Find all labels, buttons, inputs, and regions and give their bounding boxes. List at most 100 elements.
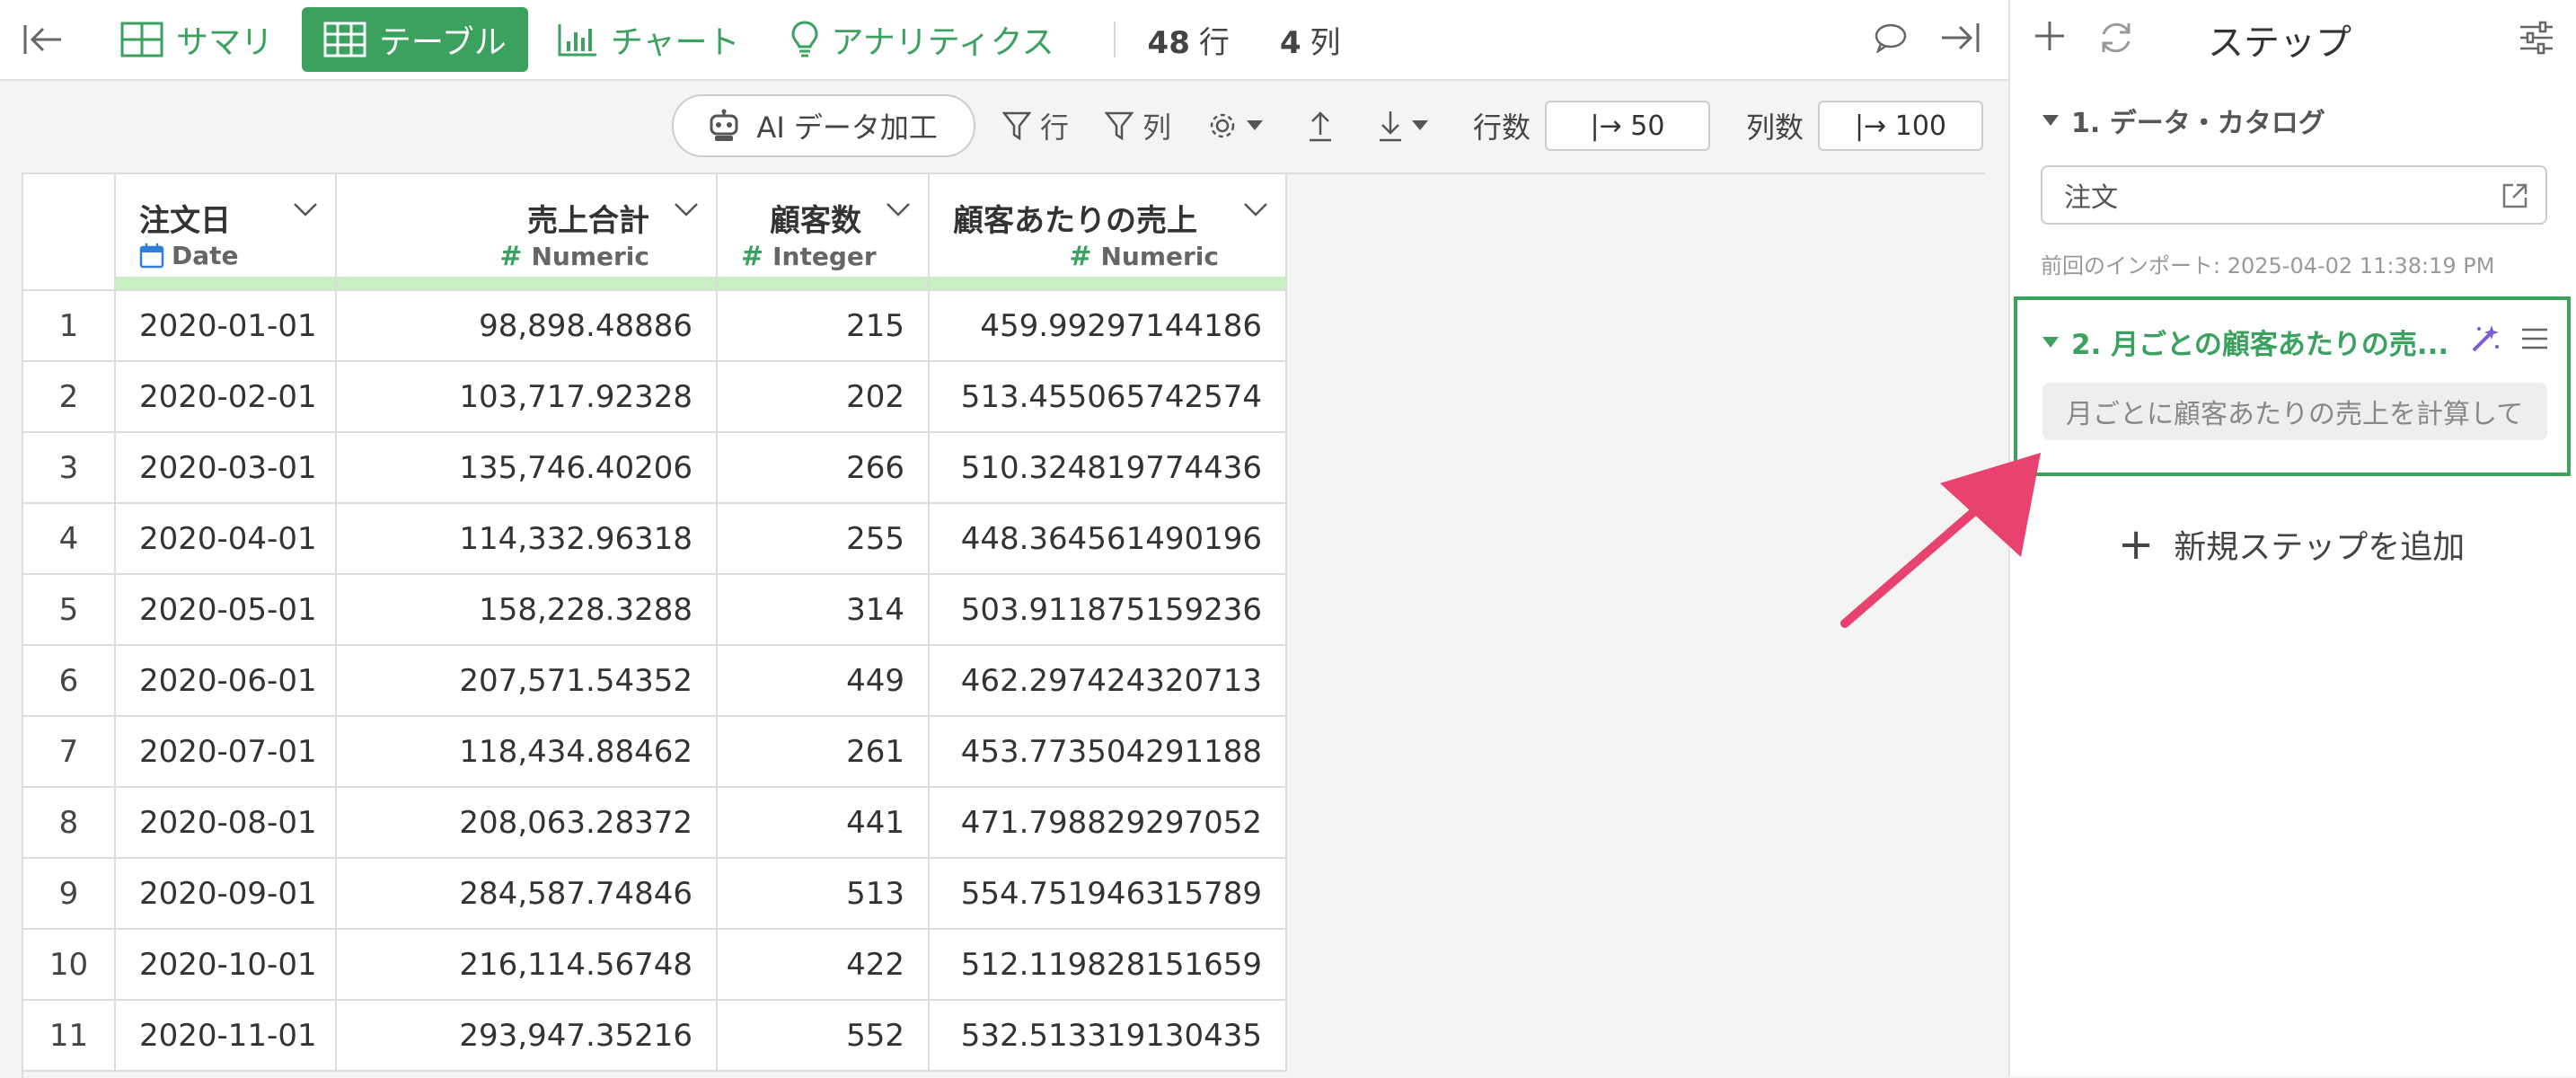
step-2-header[interactable]: 2. 月ごとの顧客あたりの売... <box>2042 322 2448 362</box>
filter-columns-button[interactable]: 列 <box>1104 105 1171 146</box>
customer-count-cell[interactable]: 441 <box>717 787 930 859</box>
chevron-down-icon[interactable] <box>885 201 912 217</box>
sales-per-customer-cell[interactable]: 459.99297144186 <box>929 290 1287 362</box>
total-sales-cell[interactable]: 216,114.56748 <box>336 929 718 1001</box>
customer-count-cell[interactable]: 552 <box>717 1000 930 1072</box>
magic-wand-icon[interactable] <box>2470 323 2501 358</box>
column-highlight <box>718 277 928 289</box>
step-1-header[interactable]: 1. データ・カタログ <box>2042 101 2325 140</box>
customer-count-cell[interactable]: 202 <box>717 361 930 433</box>
order-date-cell[interactable]: 2020-02-01 <box>115 361 337 433</box>
chevron-down-icon[interactable] <box>673 201 700 217</box>
annotation-arrow <box>1840 453 2041 628</box>
sales-per-customer-cell[interactable]: 532.513319130435 <box>929 1000 1287 1072</box>
row-count: 48 行 <box>1147 24 1230 61</box>
table-toolbar: AI データ加工 行 列 行数 |→ 50 列数 |→ 100 <box>0 81 2008 171</box>
tab-table[interactable]: テーブル <box>302 7 528 72</box>
order-date-cell[interactable]: 2020-03-01 <box>115 432 337 504</box>
column-header-order-date[interactable]: 注文日 Date <box>115 174 337 291</box>
sales-per-customer-cell[interactable]: 513.455065742574 <box>929 361 1287 433</box>
column-header-customer-count[interactable]: 顧客数 # Integer <box>717 174 930 291</box>
column-highlight <box>337 277 716 289</box>
sales-per-customer-cell[interactable]: 510.324819774436 <box>929 432 1287 504</box>
sales-per-customer-cell[interactable]: 471.798829297052 <box>929 787 1287 859</box>
step-2-card[interactable]: 2. 月ごとの顧客あたりの売... 月ごとに顧客あたりの売上を計算して <box>2014 296 2571 476</box>
total-sales-cell[interactable]: 103,717.92328 <box>336 361 718 433</box>
total-sales-cell[interactable]: 293,947.35216 <box>336 1000 718 1072</box>
order-date-cell[interactable]: 2020-06-01 <box>115 645 337 717</box>
customer-count-cell[interactable]: 513 <box>717 858 930 930</box>
order-date-cell[interactable]: 2020-10-01 <box>115 929 337 1001</box>
sales-per-customer-cell[interactable]: 503.911875159236 <box>929 574 1287 646</box>
plus-icon: + <box>2118 519 2155 570</box>
external-link-icon[interactable] <box>2501 181 2529 210</box>
total-sales-cell[interactable]: 135,746.40206 <box>336 432 718 504</box>
sort-descending-dropdown[interactable] <box>1378 110 1437 142</box>
total-sales-cell[interactable]: 118,434.88462 <box>336 716 718 788</box>
hash-icon: # <box>1069 241 1092 272</box>
row-limit-input[interactable]: |→ 50 <box>1544 101 1710 151</box>
total-sales-cell[interactable]: 208,063.28372 <box>336 787 718 859</box>
comment-icon[interactable] <box>1874 22 1908 57</box>
sales-per-customer-cell[interactable]: 462.297424320713 <box>929 645 1287 717</box>
table-row: 4 2020-04-01 114,332.96318 255 448.364561490… <box>23 503 1287 575</box>
customer-count-cell[interactable]: 422 <box>717 929 930 1001</box>
customer-count-cell[interactable]: 261 <box>717 716 930 788</box>
refresh-icon[interactable] <box>2096 18 2136 61</box>
sliders-icon[interactable] <box>2519 20 2554 59</box>
order-date-cell[interactable]: 2020-08-01 <box>115 787 337 859</box>
sort-ascending-button[interactable] <box>1308 110 1342 142</box>
customer-count-cell[interactable]: 449 <box>717 645 930 717</box>
total-sales-cell[interactable]: 284,587.74846 <box>336 858 718 930</box>
total-sales-cell[interactable]: 98,898.48886 <box>336 290 718 362</box>
chevron-down-icon[interactable] <box>292 201 319 217</box>
tab-chart[interactable]: チャート <box>535 7 762 72</box>
ai-data-wrangling-button[interactable]: AI データ加工 <box>672 94 975 157</box>
sales-per-customer-cell[interactable]: 448.364561490196 <box>929 503 1287 575</box>
order-date-cell[interactable]: 2020-07-01 <box>115 716 337 788</box>
total-sales-cell[interactable]: 114,332.96318 <box>336 503 718 575</box>
table-row: 10 2020-10-01 216,114.56748 422 512.11982815… <box>23 929 1287 1001</box>
order-date-cell[interactable]: 2020-04-01 <box>115 503 337 575</box>
row-number: 10 <box>23 929 116 1001</box>
data-source-field[interactable]: 注文 <box>2041 165 2547 225</box>
tab-summary-label: サマリ <box>176 24 274 61</box>
tab-summary[interactable]: サマリ <box>99 7 295 72</box>
tab-analytics[interactable]: アナリティクス <box>769 7 1076 72</box>
sales-per-customer-cell[interactable]: 453.773504291188 <box>929 716 1287 788</box>
total-sales-cell[interactable]: 158,228.3288 <box>336 574 718 646</box>
filter-rows-button[interactable]: 行 <box>1001 105 1069 146</box>
column-header-total-sales[interactable]: 売上合計 # Numeric <box>336 174 718 291</box>
order-date-cell[interactable]: 2020-01-01 <box>115 290 337 362</box>
chevron-down-icon[interactable] <box>1242 201 1269 217</box>
collapse-left-icon[interactable] <box>16 13 70 66</box>
total-sales-cell[interactable]: 207,571.54352 <box>336 645 718 717</box>
row-number: 3 <box>23 432 116 504</box>
caret-down-icon <box>2042 336 2059 348</box>
column-highlight <box>116 277 335 289</box>
sales-per-customer-cell[interactable]: 554.751946315789 <box>929 858 1287 930</box>
plus-icon[interactable] <box>2032 16 2068 59</box>
add-new-step-button[interactable]: + 新規ステップを追加 <box>2118 521 2465 568</box>
table-row: 3 2020-03-01 135,746.40206 266 510.324819774… <box>23 432 1287 504</box>
row-number: 1 <box>23 290 116 362</box>
gear-icon <box>1210 113 1235 138</box>
customer-count-cell[interactable]: 255 <box>717 503 930 575</box>
menu-icon[interactable] <box>2520 326 2549 355</box>
customer-count-cell[interactable]: 314 <box>717 574 930 646</box>
order-date-cell[interactable]: 2020-09-01 <box>115 858 337 930</box>
last-import-timestamp: 前回のインポート: 2025-04-02 11:38:19 PM <box>2041 253 2495 278</box>
filter-icon <box>1104 111 1134 141</box>
collapse-right-icon[interactable] <box>1938 20 1981 59</box>
order-date-cell[interactable]: 2020-11-01 <box>115 1000 337 1072</box>
column-header-sales-per-customer[interactable]: 顧客あたりの売上 # Numeric <box>929 174 1287 291</box>
sales-per-customer-cell[interactable]: 512.119828151659 <box>929 929 1287 1001</box>
customer-count-cell[interactable]: 215 <box>717 290 930 362</box>
column-limit-label: 列数 <box>1745 110 1804 145</box>
order-date-cell[interactable]: 2020-05-01 <box>115 574 337 646</box>
column-limit-input[interactable]: |→ 100 <box>1818 101 1983 151</box>
hash-icon: # <box>741 241 764 272</box>
settings-dropdown[interactable] <box>1207 110 1272 141</box>
tab-chart-label: チャート <box>610 24 740 61</box>
customer-count-cell[interactable]: 266 <box>717 432 930 504</box>
